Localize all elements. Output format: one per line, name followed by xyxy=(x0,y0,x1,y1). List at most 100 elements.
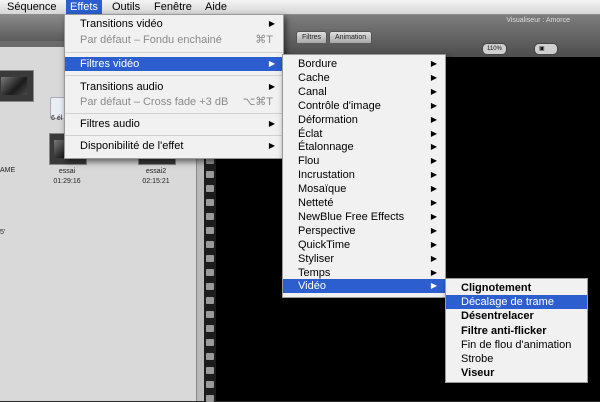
menu-item-video-transitions[interactable]: Transitions vidéo ▶ xyxy=(65,17,283,31)
zoom-dropdown[interactable]: 110% xyxy=(482,43,507,55)
clip-name: essai xyxy=(58,168,76,175)
submenu-arrow-icon: ▶ xyxy=(430,59,437,68)
menu-item-video-filter[interactable]: Netteté ▶ xyxy=(283,196,445,210)
submenu-arrow-icon: ▶ xyxy=(430,211,437,221)
menu-item-label: Décalage de trame xyxy=(461,296,554,309)
submenu-arrow-icon: ▶ xyxy=(430,170,437,180)
menu-item-video-effect[interactable]: Fin de flou d'animation xyxy=(446,338,587,352)
menu-item-video-effect[interactable]: Viseur xyxy=(446,366,587,380)
menu-item-video-effect[interactable]: Désentrelacer xyxy=(446,309,587,323)
menu-item-video-filter[interactable]: NewBlue Free Effects ▶ xyxy=(283,210,445,224)
submenu-arrow-icon: ▶ xyxy=(430,114,437,124)
menu-item-label: Vidéo xyxy=(298,280,326,293)
menu-item-label: Transitions audio xyxy=(80,81,164,93)
menu-item-video-effect[interactable]: Strobe xyxy=(446,352,587,366)
filmstrip-cell xyxy=(206,185,214,192)
menu-item-video-filter[interactable]: Éclat ▶ xyxy=(283,127,445,141)
filmstrip-cell xyxy=(206,269,214,276)
submenu-arrow-icon: ▶ xyxy=(430,142,437,152)
submenu-arrow-icon: ▶ xyxy=(268,141,275,150)
filmstrip-cell xyxy=(206,381,214,388)
menu-item-label: Flou xyxy=(298,155,320,168)
clip-duration: 02:15:21 xyxy=(142,178,170,185)
submenu-arrow-icon: ▶ xyxy=(430,253,437,263)
menu-item-video-filter[interactable]: Vidéo ▶ xyxy=(283,279,445,294)
menu-shortcut: ⌥⌘T xyxy=(242,96,273,108)
filmstrip-cell xyxy=(206,353,214,360)
menu-item-video-filter[interactable]: Déformation ▶ xyxy=(283,113,445,127)
menu-item-video-filter[interactable]: Bordure ▶ xyxy=(283,57,445,71)
menu-item-video-filter[interactable]: Flou ▶ xyxy=(283,154,445,168)
menu-bar: Séquence Effets Outils Fenêtre Aide xyxy=(0,0,600,15)
menu-item-effect-availability[interactable]: Disponibilité de l'effet ▶ xyxy=(65,139,283,153)
menu-item-label: Strobe xyxy=(461,353,494,365)
menu-item-video-filter[interactable]: Étalonnage ▶ xyxy=(283,140,445,154)
clip-duration: 01:29:16 xyxy=(53,178,81,185)
submenu-arrow-icon: ▶ xyxy=(430,281,437,291)
menu-item-audio-filters[interactable]: Filtres audio ▶ xyxy=(65,117,283,131)
menu-help[interactable]: Aide xyxy=(201,0,231,14)
submenu-arrow-icon: ▶ xyxy=(430,184,437,194)
menu-item-video-filters[interactable]: Filtres vidéo ▶ xyxy=(65,57,283,71)
submenu-arrow-icon: ▶ xyxy=(430,225,437,235)
tab-animation[interactable]: Animation xyxy=(329,31,373,43)
menu-item-label: Perspective xyxy=(298,224,356,237)
menu-item-label: Étalonnage xyxy=(298,141,354,154)
menu-item-label: Disponibilité de l'effet xyxy=(80,140,184,152)
menu-item-label: Filtre anti-flicker xyxy=(461,324,547,337)
menu-item-label: Incrustation xyxy=(298,169,355,182)
submenu-arrow-icon: ▶ xyxy=(268,59,275,68)
submenu-arrow-icon: ▶ xyxy=(268,82,275,91)
menu-item-label: Transitions vidéo xyxy=(80,18,163,30)
filmstrip-cell xyxy=(206,325,214,332)
submenu-arrow-icon: ▶ xyxy=(268,19,275,28)
menu-item-video-filter[interactable]: Mosaïque ▶ xyxy=(283,182,445,196)
menu-item-video-effect[interactable]: Clignotement xyxy=(446,281,587,295)
submenu-arrow-icon: ▶ xyxy=(430,156,437,166)
filmstrip-cell xyxy=(206,297,214,304)
menu-item-label: Netteté xyxy=(298,197,334,209)
menu-item-label: Mosaïque xyxy=(298,183,347,196)
menu-item-video-filter[interactable]: Incrustation ▶ xyxy=(283,168,445,182)
menu-item-label: Filtres vidéo xyxy=(80,58,140,70)
menu-item-label: QuickTime xyxy=(298,238,351,251)
menu-item-video-filter[interactable]: Contrôle d'image ▶ xyxy=(283,99,445,113)
menu-item-label: Filtres audio xyxy=(80,118,140,130)
submenu-arrow-icon: ▶ xyxy=(430,100,437,110)
menu-item-label: Clignotement xyxy=(461,282,532,294)
menu-item-label: Viseur xyxy=(461,367,495,380)
menu-item-video-filter[interactable]: Temps ▶ xyxy=(283,266,445,280)
filmstrip-cell xyxy=(206,367,214,374)
clip-name: essai2 xyxy=(145,168,167,175)
menu-item-video-filter[interactable]: Canal ▶ xyxy=(283,85,445,99)
filmstrip-cell xyxy=(206,255,214,262)
submenu-arrow-icon: ▶ xyxy=(430,128,437,138)
submenu-arrow-icon: ▶ xyxy=(430,86,437,96)
menu-item-label: Désentrelacer xyxy=(461,310,534,323)
menu-item-label: Contrôle d'image xyxy=(298,99,381,112)
menu-item-video-effect[interactable]: Filtre anti-flicker xyxy=(446,324,587,338)
menu-item-video-filter[interactable]: Styliser ▶ xyxy=(283,252,445,266)
menu-item-video-filter[interactable]: Cache ▶ xyxy=(283,71,445,85)
submenu-arrow-icon: ▶ xyxy=(430,72,437,82)
tab-filters[interactable]: Filtres xyxy=(296,31,328,43)
menu-item-video-effect[interactable]: Décalage de trame xyxy=(446,295,587,310)
clip-thumbnail[interactable] xyxy=(0,70,34,102)
menu-item-label: Temps xyxy=(298,266,331,279)
view-options-dropdown[interactable]: ▣ xyxy=(534,43,558,55)
effects-menu: Transitions vidéo ▶ Par défaut – Fondu e… xyxy=(64,14,284,159)
menu-tools[interactable]: Outils xyxy=(108,0,144,14)
menu-item-label: Styliser xyxy=(298,252,335,265)
video-submenu: Clignotement Décalage de trame Désentrelac… xyxy=(445,278,588,383)
video-filters-submenu: Bordure ▶ Cache ▶ Canal ▶ Contrôle d'image ▶ Déf… xyxy=(282,54,446,298)
menu-item-audio-transitions[interactable]: Transitions audio ▶ xyxy=(65,80,283,94)
filmstrip-cell xyxy=(206,339,214,346)
menu-sequence[interactable]: Séquence xyxy=(3,0,61,14)
menu-effects[interactable]: Effets xyxy=(66,0,102,14)
menu-window[interactable]: Fenêtre xyxy=(150,0,196,14)
menu-item-default-crossfade: Par défaut – Fondu enchainé ⌘T xyxy=(65,33,283,47)
menu-item-video-filter[interactable]: QuickTime ▶ xyxy=(283,238,445,252)
menu-item-video-filter[interactable]: Perspective ▶ xyxy=(283,224,445,238)
submenu-arrow-icon: ▶ xyxy=(268,119,275,128)
viewer-title: Visualiseur : Amorce xyxy=(506,17,570,24)
